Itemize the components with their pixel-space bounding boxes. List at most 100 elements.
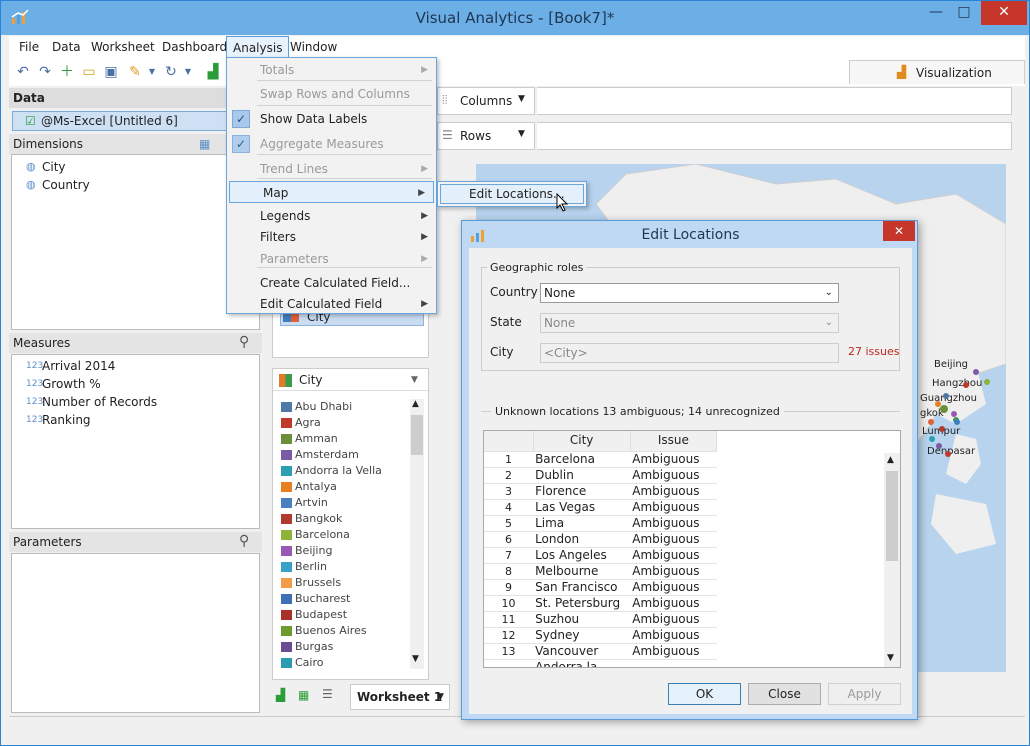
- city-column-header[interactable]: City: [533, 431, 631, 452]
- paint-icon[interactable]: ✎: [125, 61, 145, 83]
- chevron-down-icon[interactable]: ▼: [411, 369, 418, 391]
- table-row[interactable]: 1 Barcelona Ambiguous: [484, 451, 717, 468]
- measure-item[interactable]: 123 Number of Records: [12, 393, 259, 411]
- columns-shelf[interactable]: ⦙⦙ Columns ▼: [437, 87, 535, 115]
- chevron-down-icon[interactable]: ▼: [518, 129, 525, 139]
- menuitem-create-calculated-field[interactable]: Create Calculated Field...: [227, 272, 436, 294]
- menuitem-label: Edit Calculated Field: [260, 297, 383, 311]
- close-button[interactable]: ✕: [981, 1, 1027, 25]
- dimension-item[interactable]: ◍ City: [12, 158, 259, 176]
- dropdown-icon[interactable]: ▼: [147, 61, 157, 83]
- measure-item[interactable]: 123 Growth %: [12, 375, 259, 393]
- table-icon[interactable]: ▦: [199, 134, 210, 154]
- table-row[interactable]: 12 Sydney Ambiguous: [484, 627, 717, 644]
- measure-item[interactable]: 123 Arrival 2014: [12, 357, 259, 375]
- scroll-up-icon[interactable]: ▲: [887, 455, 894, 465]
- state-select[interactable]: None ⌄: [540, 313, 839, 333]
- save-icon[interactable]: ▣: [101, 61, 121, 83]
- menuitem-filters[interactable]: Filters ▶: [227, 226, 436, 248]
- menu-data[interactable]: Data: [46, 36, 87, 58]
- scrollbar-thumb[interactable]: [886, 471, 898, 561]
- menu-worksheet[interactable]: Worksheet: [85, 36, 161, 58]
- chevron-down-icon[interactable]: ▼: [437, 685, 444, 709]
- menuitem-legends[interactable]: Legends ▶: [227, 205, 436, 227]
- dialog-close-button[interactable]: ✕: [883, 221, 915, 241]
- redo-icon[interactable]: ↷: [35, 61, 55, 83]
- country-select[interactable]: None ⌄: [540, 283, 839, 303]
- menuitem-show-data-labels[interactable]: ✓ Show Data Labels: [227, 108, 436, 130]
- tab-list-icon[interactable]: ☰: [322, 687, 333, 701]
- legend-item[interactable]: Cairo: [273, 655, 407, 671]
- menuitem-map[interactable]: Map ▶: [229, 181, 434, 203]
- search-icon[interactable]: ⚲: [239, 332, 249, 352]
- open-icon[interactable]: ▭: [79, 61, 99, 83]
- dimension-item[interactable]: ◍ Country: [12, 176, 259, 194]
- legend-item[interactable]: Burgas: [273, 639, 407, 655]
- apply-button[interactable]: Apply: [828, 683, 901, 705]
- legend-item[interactable]: Abu Dhabi: [273, 399, 407, 415]
- menuitem-edit-calculated-field[interactable]: Edit Calculated Field ▶: [227, 293, 436, 315]
- refresh-icon[interactable]: ↻: [161, 61, 181, 83]
- new-dashboard-icon[interactable]: ▦: [298, 688, 309, 702]
- table-row[interactable]: 10 St. Petersburg Ambiguous: [484, 595, 717, 612]
- menu-dashboard[interactable]: Dashboard: [156, 36, 233, 58]
- columns-drop-area[interactable]: [537, 87, 1012, 115]
- table-row[interactable]: 11 Suzhou Ambiguous: [484, 611, 717, 628]
- rows-drop-area[interactable]: [537, 122, 1012, 150]
- dropdown-icon[interactable]: ▼: [183, 61, 193, 83]
- legend-item[interactable]: Amsterdam: [273, 447, 407, 463]
- table-row[interactable]: 4 Las Vegas Ambiguous: [484, 499, 717, 516]
- table-row[interactable]: 3 Florence Ambiguous: [484, 483, 717, 500]
- legend-item[interactable]: Berlin: [273, 559, 407, 575]
- legend-item[interactable]: Agra: [273, 415, 407, 431]
- new-worksheet-icon[interactable]: ▟: [276, 688, 285, 702]
- menu-window[interactable]: Window: [284, 36, 343, 58]
- table-scrollbar[interactable]: ▲ ▼: [884, 453, 900, 667]
- scroll-down-icon[interactable]: ▼: [887, 653, 894, 663]
- chevron-down-icon[interactable]: ▼: [518, 94, 525, 104]
- scroll-down-icon[interactable]: ▼: [412, 654, 419, 664]
- scrollbar-thumb[interactable]: [411, 415, 423, 455]
- legend-item[interactable]: Artvin: [273, 495, 407, 511]
- table-row[interactable]: 14Andorra la VellaUnrecognized: [484, 659, 717, 667]
- legend-item[interactable]: Amman: [273, 431, 407, 447]
- menu-file[interactable]: File: [13, 36, 45, 58]
- legend-item[interactable]: Bangkok: [273, 511, 407, 527]
- city-cell: Suzhou: [533, 611, 631, 628]
- legend-item[interactable]: Barcelona: [273, 527, 407, 543]
- ok-button[interactable]: OK: [668, 683, 741, 705]
- issue-column-header[interactable]: Issue: [630, 431, 718, 452]
- close-dialog-button[interactable]: Close: [748, 683, 821, 705]
- rows-shelf[interactable]: ☰ Rows ▼: [437, 122, 535, 150]
- scroll-up-icon[interactable]: ▲: [412, 399, 419, 409]
- issues-link[interactable]: 27 issues: [848, 345, 899, 358]
- legend-item[interactable]: Budapest: [273, 607, 407, 623]
- table-row[interactable]: 9 San Francisco Ambiguous: [484, 579, 717, 596]
- worksheet-tab[interactable]: Worksheet 1 ▼: [350, 684, 450, 710]
- add-chart-icon[interactable]: ▟: [203, 61, 223, 83]
- legend-scrollbar[interactable]: ▲ ▼: [410, 399, 424, 669]
- maximize-button[interactable]: □: [949, 1, 979, 25]
- issue-cell: Ambiguous: [630, 643, 717, 660]
- minimize-button[interactable]: —: [921, 1, 951, 25]
- legend-item[interactable]: Bucharest: [273, 591, 407, 607]
- city-field[interactable]: <City>: [540, 343, 839, 363]
- legend-item[interactable]: Brussels: [273, 575, 407, 591]
- legend-item[interactable]: Antalya: [273, 479, 407, 495]
- new-icon[interactable]: ＋: [57, 61, 77, 83]
- table-row[interactable]: 2 Dublin Ambiguous: [484, 467, 717, 484]
- legend-item[interactable]: Beijing: [273, 543, 407, 559]
- undo-icon[interactable]: ↶: [13, 61, 33, 83]
- legend-item[interactable]: Buenos Aires: [273, 623, 407, 639]
- table-row[interactable]: 6 London Ambiguous: [484, 531, 717, 548]
- menu-analysis[interactable]: Analysis: [226, 36, 290, 58]
- table-row[interactable]: 8 Melbourne Ambiguous: [484, 563, 717, 580]
- legend-item[interactable]: Andorra la Vella: [273, 463, 407, 479]
- data-source-item[interactable]: ☑ @Ms-Excel [Untitled 6]: [12, 111, 252, 131]
- table-row[interactable]: 13 Vancouver Ambiguous: [484, 643, 717, 660]
- measure-item[interactable]: 123 Ranking: [12, 411, 259, 429]
- table-row[interactable]: 5 Lima Ambiguous: [484, 515, 717, 532]
- table-row[interactable]: 7 Los Angeles Ambiguous: [484, 547, 717, 564]
- visualization-tab[interactable]: ▟ Visualization: [849, 60, 1025, 84]
- search-icon[interactable]: ⚲: [239, 531, 249, 551]
